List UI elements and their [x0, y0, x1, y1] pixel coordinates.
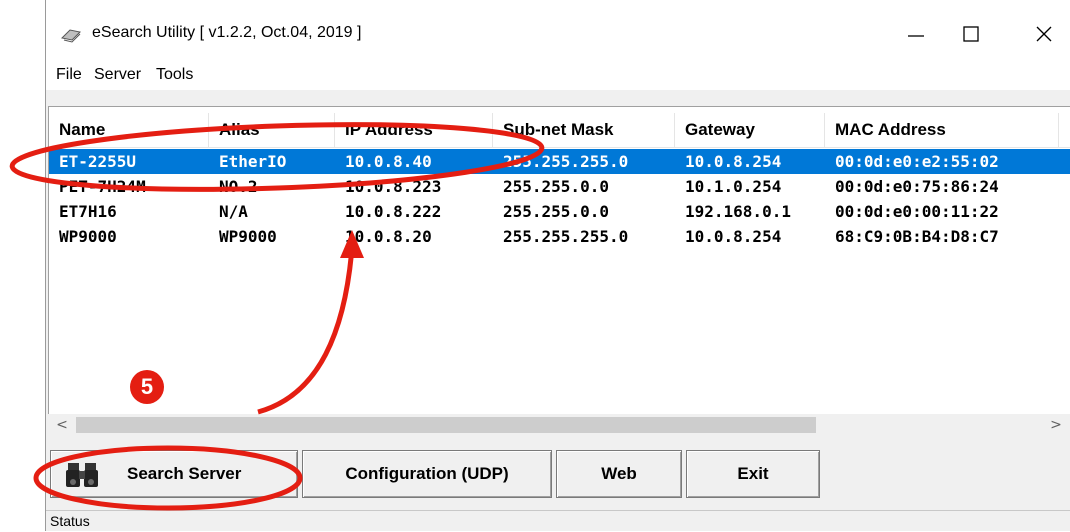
status-bar: Status: [46, 510, 1070, 531]
column-ip-address[interactable]: IP Address: [335, 113, 493, 147]
cell-name: PET-7H24M: [59, 177, 146, 196]
close-icon: [1036, 26, 1052, 42]
column-name[interactable]: Name: [49, 113, 209, 147]
cell-name: WP9000: [59, 227, 117, 246]
esearch-window: eSearch Utility [ v1.2.2, Oct.04, 2019 ]…: [45, 0, 1070, 531]
binoculars-icon: [66, 463, 98, 487]
menu-divider: [46, 90, 1070, 98]
cell-mask: 255.255.0.0: [503, 202, 609, 221]
cell-mask: 255.255.255.0: [503, 152, 629, 171]
minimize-button[interactable]: [896, 14, 936, 54]
column-subnet-mask[interactable]: Sub-net Mask: [493, 113, 675, 147]
column-mac-address[interactable]: MAC Address: [825, 113, 1059, 147]
search-server-button[interactable]: Search Server: [50, 450, 298, 498]
title-bar: eSearch Utility [ v1.2.2, Oct.04, 2019 ]: [46, 0, 1070, 62]
search-server-label: Search Server: [127, 464, 242, 483]
cell-mac: 00:0d:e0:00:11:22: [835, 202, 999, 221]
column-alias[interactable]: Alias: [209, 113, 335, 147]
table-row[interactable]: ET7H16 N/A 10.0.8.222 255.255.0.0 192.16…: [49, 199, 1070, 224]
window-title: eSearch Utility [ v1.2.2, Oct.04, 2019 ]: [92, 24, 362, 41]
cell-alias: EtherIO: [219, 152, 287, 171]
cell-name: ET-2255U: [59, 152, 137, 171]
menu-file[interactable]: File: [56, 66, 82, 84]
exit-label: Exit: [737, 464, 769, 483]
menu-server[interactable]: Server: [94, 66, 141, 84]
cell-mac: 00:0d:e0:75:86:24: [835, 177, 999, 196]
scroll-right-icon[interactable]: >: [1046, 414, 1066, 436]
menu-bar: File Server Tools: [46, 62, 1070, 90]
cell-ip: 10.0.8.40: [345, 152, 432, 171]
configuration-label: Configuration (UDP): [345, 464, 509, 483]
minimize-icon: [908, 35, 924, 37]
cell-gateway: 10.0.8.254: [685, 227, 782, 246]
scroll-left-icon[interactable]: <: [52, 414, 72, 436]
cell-ip: 10.0.8.222: [345, 202, 442, 221]
exit-button[interactable]: Exit: [686, 450, 820, 498]
status-text: Status: [50, 513, 90, 529]
cell-alias: N/A: [219, 202, 248, 221]
server-list[interactable]: Name Alias IP Address Sub-net Mask Gatew…: [48, 106, 1070, 415]
list-header: Name Alias IP Address Sub-net Mask Gatew…: [49, 113, 1070, 148]
web-label: Web: [601, 464, 637, 483]
button-bar: Search Server Configuration (UDP) Web Ex…: [46, 440, 1070, 510]
cell-gateway: 10.0.8.254: [685, 152, 782, 171]
cell-ip: 10.0.8.20: [345, 227, 432, 246]
cell-mask: 255.255.255.0: [503, 227, 629, 246]
cell-alias: WP9000: [219, 227, 277, 246]
network-icon: [60, 29, 82, 43]
cell-gateway: 10.1.0.254: [685, 177, 782, 196]
table-row[interactable]: ET-2255U EtherIO 10.0.8.40 255.255.255.0…: [49, 149, 1070, 174]
table-row[interactable]: PET-7H24M NO.2 10.0.8.223 255.255.0.0 10…: [49, 174, 1070, 199]
horizontal-scrollbar[interactable]: < >: [48, 414, 1070, 436]
column-gateway[interactable]: Gateway: [675, 113, 825, 147]
maximize-icon: [963, 26, 979, 42]
web-button[interactable]: Web: [556, 450, 682, 498]
cell-name: ET7H16: [59, 202, 117, 221]
configuration-udp-button[interactable]: Configuration (UDP): [302, 450, 552, 498]
close-button[interactable]: [1024, 14, 1064, 54]
cell-mac: 68:C9:0B:B4:D8:C7: [835, 227, 999, 246]
menu-tools[interactable]: Tools: [156, 66, 193, 84]
scroll-thumb[interactable]: [76, 417, 816, 433]
cell-ip: 10.0.8.223: [345, 177, 442, 196]
cell-alias: NO.2: [219, 177, 258, 196]
step-badge: 5: [130, 370, 164, 404]
cell-mac: 00:0d:e0:e2:55:02: [835, 152, 999, 171]
cell-mask: 255.255.0.0: [503, 177, 609, 196]
table-row[interactable]: WP9000 WP9000 10.0.8.20 255.255.255.0 10…: [49, 224, 1070, 249]
cell-gateway: 192.168.0.1: [685, 202, 791, 221]
maximize-button[interactable]: [951, 14, 991, 54]
